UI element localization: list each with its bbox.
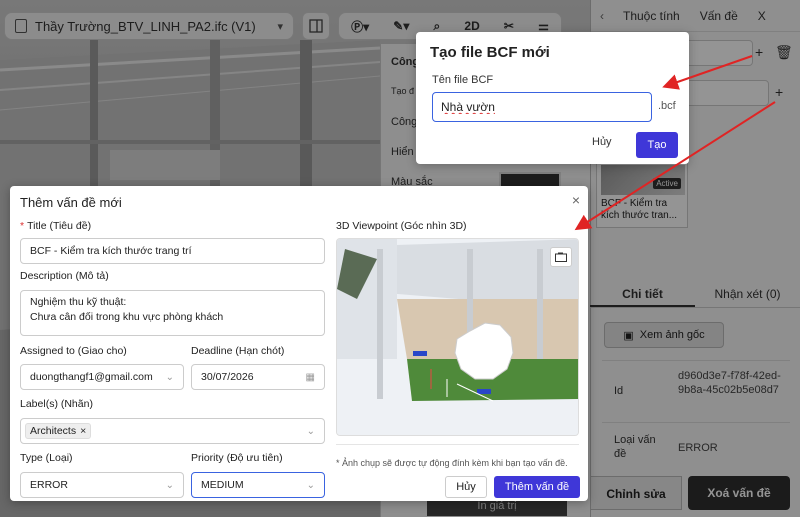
viewpoint-preview (336, 238, 579, 436)
camera-icon[interactable] (550, 247, 572, 267)
deadline-value: 30/07/2026 (201, 371, 254, 383)
viewpoint-label: 3D Viewpoint (Góc nhìn 3D) (336, 220, 467, 232)
labels-label: Label(s) (Nhãn) (20, 398, 93, 410)
add-issue-button[interactable]: Thêm vấn đề (494, 476, 580, 498)
assignee-value: duongthangf1@gmail.com (30, 371, 153, 383)
priority-label: Priority (Độ ưu tiên) (191, 452, 283, 464)
remove-chip-icon[interactable]: × (80, 425, 86, 437)
cancel-button[interactable]: Hủy (592, 136, 612, 148)
deadline-label: Deadline (Hạn chót) (191, 345, 285, 357)
create-button[interactable]: Tạo (636, 132, 678, 158)
bcf-name-input[interactable] (432, 92, 652, 122)
deadline-input[interactable]: 30/07/2026 ▦ (191, 364, 325, 390)
priority-value: MEDIUM (201, 479, 244, 491)
description-label: Description (Mô tả) (20, 270, 109, 282)
chevron-down-icon: ⌄ (306, 425, 315, 437)
title-label: * Title (Tiêu đề) (20, 220, 92, 232)
create-bcf-dialog: Tạo file BCF mới Tên file BCF .bcf Hủy T… (416, 32, 689, 164)
dialog-title: Thêm vấn đề mới (20, 195, 122, 210)
assignee-select[interactable]: duongthangf1@gmail.com ⌄ (20, 364, 184, 390)
labels-select[interactable]: Architects × ⌄ (20, 418, 325, 444)
chevron-down-icon: ⌄ (165, 371, 174, 383)
description-textarea[interactable]: Nghiệm thu kỹ thuật: Chưa cân đối trong … (20, 290, 325, 336)
label-chip-text: Architects (30, 425, 77, 437)
title-input[interactable]: BCF - Kiểm tra kích thước trang trí (20, 238, 325, 264)
divider (336, 444, 579, 445)
close-icon[interactable]: × (572, 192, 580, 208)
title-value: BCF - Kiểm tra kích thước trang trí (30, 245, 192, 257)
description-line: Chưa cân đối trong khu vực phòng khách (30, 311, 224, 323)
viewpoint-note: * Ảnh chụp sẽ được tự động đính kèm khi … (336, 458, 568, 468)
viewpoint-image (337, 239, 578, 435)
type-value: ERROR (30, 479, 68, 491)
type-label: Type (Loại) (20, 452, 73, 464)
cancel-button[interactable]: Hủy (445, 476, 487, 498)
dialog-title: Tạo file BCF mới (430, 44, 550, 61)
assigned-label: Assigned to (Giao cho) (20, 345, 127, 357)
chevron-down-icon: ⌄ (165, 479, 174, 491)
add-issue-dialog: Thêm vấn đề mới × * Title (Tiêu đề) BCF -… (10, 186, 588, 501)
bcf-name-label: Tên file BCF (432, 74, 494, 86)
calendar-icon[interactable]: ▦ (306, 372, 315, 383)
label-chip: Architects × (25, 423, 92, 439)
chevron-down-icon: ⌄ (306, 479, 315, 491)
camera-glyph (555, 252, 567, 262)
type-select[interactable]: ERROR ⌄ (20, 472, 184, 498)
description-line: Nghiệm thu kỹ thuật: (30, 296, 127, 308)
priority-select[interactable]: MEDIUM ⌄ (191, 472, 325, 498)
bcf-extension: .bcf (658, 100, 676, 112)
